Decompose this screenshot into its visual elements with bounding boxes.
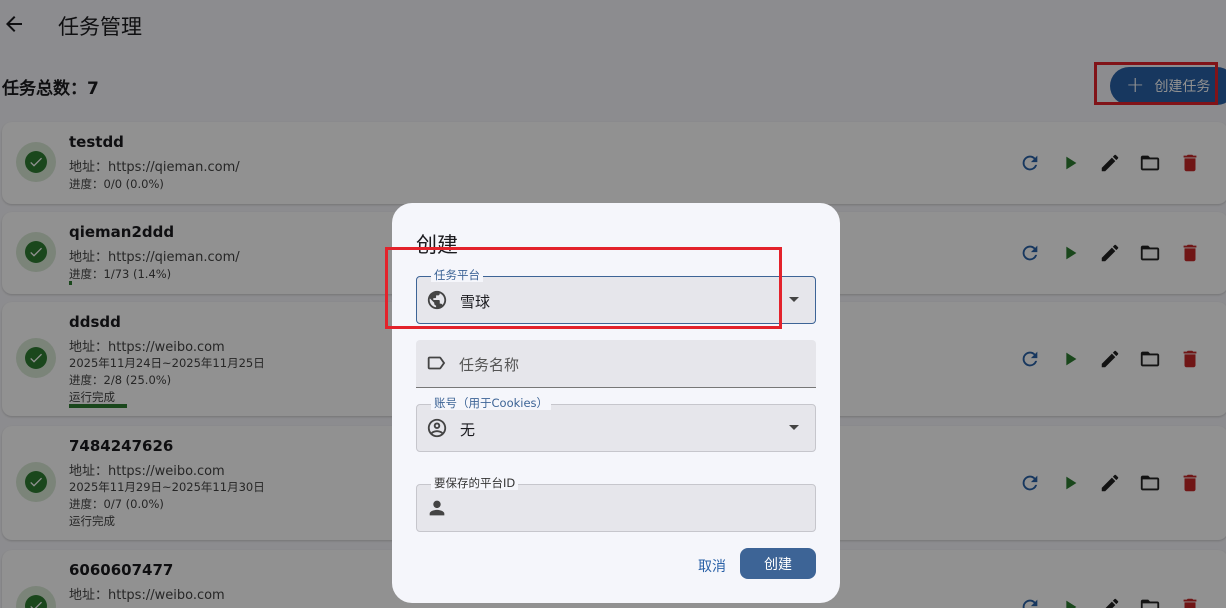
- platform-value: 雪球: [460, 293, 491, 311]
- platform-select[interactable]: 任务平台 雪球: [416, 268, 816, 324]
- platform-label: 任务平台: [431, 268, 483, 282]
- platform-id-input[interactable]: 要保存的平台ID: [416, 476, 816, 532]
- globe-icon: [426, 289, 448, 311]
- dialog-title: 创建: [416, 233, 458, 257]
- account-select[interactable]: 账号（用于Cookies） 无: [416, 396, 816, 452]
- create-button[interactable]: 创建: [740, 548, 816, 579]
- dropdown-arrow-icon: [789, 425, 799, 430]
- person-icon: [426, 497, 448, 519]
- account-label: 账号（用于Cookies）: [431, 396, 552, 410]
- dropdown-arrow-icon: [789, 297, 799, 302]
- account-value: 无: [460, 421, 476, 439]
- platform-id-label: 要保存的平台ID: [431, 476, 519, 490]
- label-icon: [425, 352, 447, 374]
- cancel-button[interactable]: 取消: [698, 556, 726, 576]
- account-circle-icon: [426, 417, 448, 439]
- task-name-input[interactable]: 任务名称: [416, 340, 816, 388]
- task-name-placeholder: 任务名称: [459, 356, 520, 374]
- create-task-dialog: 创建 任务平台 雪球 任务名称 账号（用于Cookies） 无 要保存的平台ID…: [392, 203, 840, 603]
